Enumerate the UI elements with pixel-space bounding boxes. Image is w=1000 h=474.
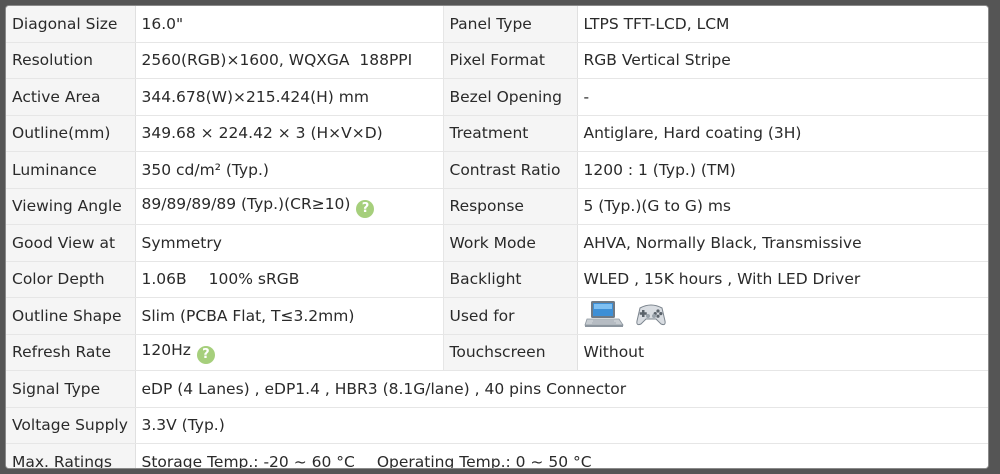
help-icon[interactable]: ? (356, 199, 375, 218)
label-bezel-opening: Bezel Opening (443, 78, 578, 116)
value-voltage-supply: 3.3V (Typ.) (135, 407, 988, 444)
value-signal-type: eDP (4 Lanes) , eDP1.4 , HBR3 (8.1G/lane… (135, 370, 988, 408)
value-viewing-angle: 89/89/89/89 (Typ.)(CR≥10) (141, 194, 351, 213)
label-color-depth: Color Depth (6, 261, 136, 298)
label-viewing-angle: Viewing Angle (6, 188, 136, 225)
value-storage-temp: Storage Temp.: -20 ~ 60 °C (141, 452, 355, 468)
value-diagonal-size: 16.0" (135, 6, 444, 43)
label-used-for: Used for (443, 297, 578, 335)
table-row: Signal Type eDP (4 Lanes) , eDP1.4 , HBR… (6, 370, 988, 408)
value-good-view: Symmetry (135, 224, 444, 262)
value-refresh-rate: 120Hz (141, 340, 191, 359)
table-row: Refresh Rate 120Hz? Touchscreen Without (6, 334, 988, 371)
value-response: 5 (Typ.)(G to G) ms (577, 188, 988, 225)
label-good-view: Good View at (6, 224, 136, 262)
label-refresh-rate: Refresh Rate (6, 334, 136, 371)
window-frame: Diagonal Size 16.0" Panel Type LTPS TFT-… (0, 0, 1000, 474)
table-row: Viewing Angle 89/89/89/89 (Typ.)(CR≥10)?… (6, 188, 988, 225)
label-active-area: Active Area (6, 78, 136, 116)
value-resolution: 2560(RGB)×1600, WQXGA 188PPI (135, 42, 444, 79)
label-signal-type: Signal Type (6, 370, 136, 408)
spec-card: Diagonal Size 16.0" Panel Type LTPS TFT-… (6, 6, 988, 468)
table-row: Outline(mm) 349.68 × 224.42 × 3 (H×V×D) … (6, 115, 988, 152)
spec-table: Diagonal Size 16.0" Panel Type LTPS TFT-… (6, 6, 988, 468)
table-row: Outline Shape Slim (PCBA Flat, T≤3.2mm) … (6, 297, 988, 335)
value-max-ratings-cell: Storage Temp.: -20 ~ 60 °C Operating Temp… (135, 443, 988, 468)
label-resolution: Resolution (6, 42, 136, 79)
value-work-mode: AHVA, Normally Black, Transmissive (577, 224, 988, 262)
label-contrast-ratio: Contrast Ratio (443, 151, 578, 189)
table-row: Good View at Symmetry Work Mode AHVA, No… (6, 224, 988, 262)
value-touchscreen: Without (577, 334, 988, 371)
value-refresh-rate-cell: 120Hz? (135, 334, 444, 371)
laptop-icon (583, 299, 624, 333)
table-row: Active Area 344.678(W)×215.424(H) mm Bez… (6, 78, 988, 116)
label-max-ratings: Max. Ratings (6, 443, 136, 468)
value-luminance: 350 cd/m² (Typ.) (135, 151, 444, 189)
gamepad-icon (634, 299, 668, 333)
value-bezel-opening: - (577, 78, 988, 116)
value-outline: 349.68 × 224.42 × 3 (H×V×D) (135, 115, 444, 152)
value-used-for (577, 297, 988, 335)
value-treatment: Antiglare, Hard coating (3H) (577, 115, 988, 152)
label-backlight: Backlight (443, 261, 578, 298)
table-row: Voltage Supply 3.3V (Typ.) (6, 407, 988, 444)
label-luminance: Luminance (6, 151, 136, 189)
label-diagonal-size: Diagonal Size (6, 6, 136, 43)
table-row: Resolution 2560(RGB)×1600, WQXGA 188PPI … (6, 42, 988, 79)
value-viewing-angle-cell: 89/89/89/89 (Typ.)(CR≥10)? (135, 188, 444, 225)
table-row: Color Depth 1.06B 100% sRGB Backlight WLE… (6, 261, 988, 298)
value-operating-temp: Operating Temp.: 0 ~ 50 °C (376, 452, 592, 468)
table-row: Diagonal Size 16.0" Panel Type LTPS TFT-… (6, 6, 988, 43)
help-icon[interactable]: ? (196, 345, 215, 364)
label-pixel-format: Pixel Format (443, 42, 578, 79)
label-outline: Outline(mm) (6, 115, 136, 152)
value-pixel-format: RGB Vertical Stripe (577, 42, 988, 79)
value-color-depth-cell: 1.06B 100% sRGB (135, 261, 444, 298)
label-work-mode: Work Mode (443, 224, 578, 262)
label-outline-shape: Outline Shape (6, 297, 136, 335)
value-contrast-ratio: 1200 : 1 (Typ.) (TM) (577, 151, 988, 189)
label-response: Response (443, 188, 578, 225)
value-color-gamut: 100% sRGB (208, 270, 300, 289)
table-row: Max. Ratings Storage Temp.: -20 ~ 60 °C O… (6, 443, 988, 468)
value-color-depth: 1.06B (141, 270, 187, 289)
label-voltage-supply: Voltage Supply (6, 407, 136, 444)
label-touchscreen: Touchscreen (443, 334, 578, 371)
table-row: Luminance 350 cd/m² (Typ.) Contrast Rati… (6, 151, 988, 189)
value-active-area: 344.678(W)×215.424(H) mm (135, 78, 444, 116)
value-panel-type: LTPS TFT-LCD, LCM (577, 6, 988, 43)
label-treatment: Treatment (443, 115, 578, 152)
value-outline-shape: Slim (PCBA Flat, T≤3.2mm) (135, 297, 444, 335)
label-panel-type: Panel Type (443, 6, 578, 43)
value-backlight: WLED , 15K hours , With LED Driver (577, 261, 988, 298)
